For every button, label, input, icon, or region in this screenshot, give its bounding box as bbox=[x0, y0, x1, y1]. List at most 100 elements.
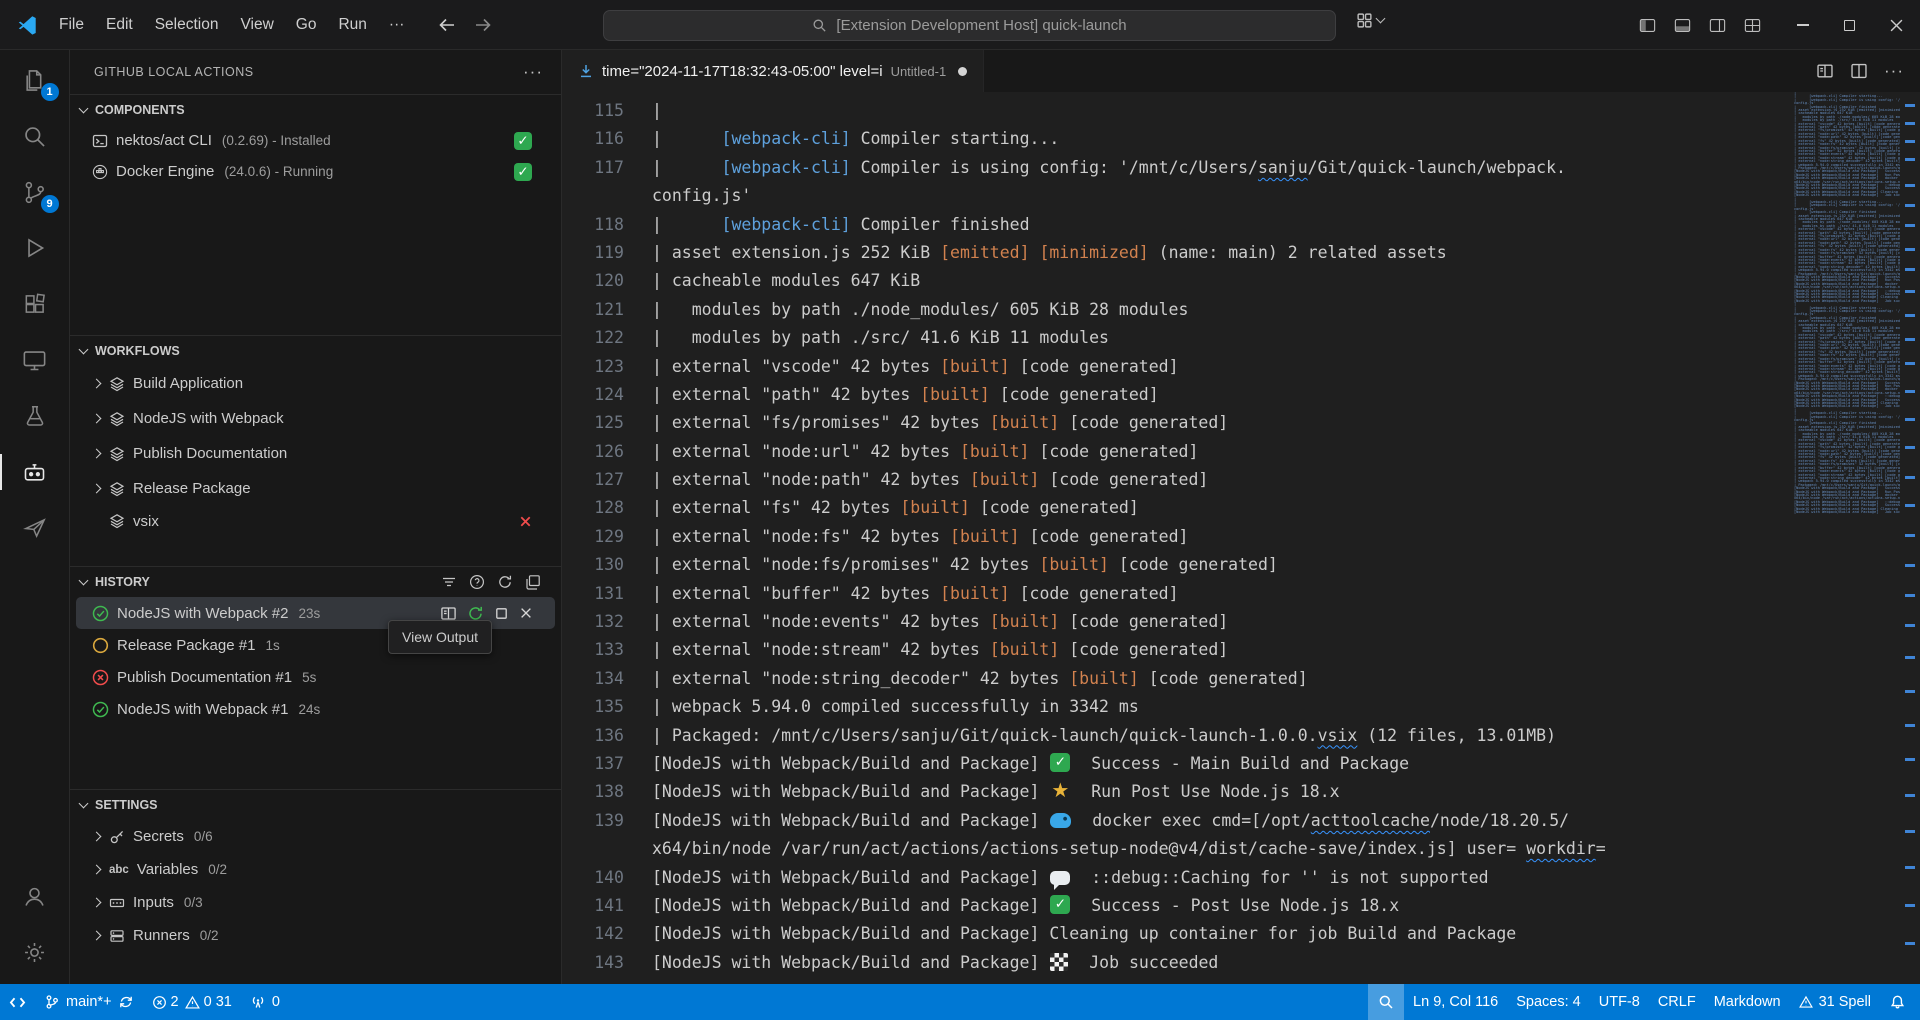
problems-status[interactable]: 2 0 31 bbox=[143, 984, 241, 1020]
component-docker-engine[interactable]: Docker Engine (24.0.6) - Running bbox=[70, 156, 561, 187]
zoom-status-button[interactable] bbox=[1368, 984, 1404, 1020]
stop-icon[interactable] bbox=[494, 606, 509, 621]
tab-untitled-1[interactable]: time="2024-11-17T18:32:43-05:00" level=i… bbox=[562, 50, 984, 92]
workflow-publish-documentation[interactable]: Publish Documentation bbox=[70, 436, 561, 471]
extensions-icon[interactable] bbox=[0, 276, 70, 332]
settings-item-variables[interactable]: abc Variables 0/2 bbox=[70, 853, 561, 886]
editor-line[interactable]: 142[NodeJS with Webpack/Build and Packag… bbox=[562, 920, 1792, 948]
editor-line[interactable]: 139[NodeJS with Webpack/Build and Packag… bbox=[562, 807, 1792, 835]
editor-line[interactable]: 136| Packaged: /mnt/c/Users/sanju/Git/qu… bbox=[562, 722, 1792, 750]
view-output-icon[interactable] bbox=[440, 605, 457, 622]
editor-line[interactable]: config.js' bbox=[562, 182, 1792, 210]
customize-layout-icon[interactable] bbox=[1743, 16, 1762, 35]
search-view-icon[interactable] bbox=[0, 108, 70, 164]
workflow-vsix[interactable]: vsix bbox=[70, 506, 561, 536]
settings-gear-icon[interactable] bbox=[0, 924, 70, 980]
editor-line[interactable]: 124| external "path" 42 bytes [built] [c… bbox=[562, 381, 1792, 409]
workflow-release-package[interactable]: Release Package bbox=[70, 471, 561, 506]
editor-line[interactable]: 140[NodeJS with Webpack/Build and Packag… bbox=[562, 864, 1792, 892]
menu-file[interactable]: File bbox=[48, 11, 95, 39]
workflow-build-application[interactable]: Build Application bbox=[70, 366, 561, 401]
history-item-publish-documentation-1[interactable]: Publish Documentation #1 5s bbox=[70, 661, 561, 693]
menu-go[interactable]: Go bbox=[285, 11, 328, 39]
forward-arrow-icon[interactable] bbox=[473, 15, 493, 35]
toggle-secondary-sidebar-icon[interactable] bbox=[1708, 16, 1727, 35]
editor-line[interactable]: 131| external "buffer" 42 bytes [built] … bbox=[562, 580, 1792, 608]
editor-line[interactable]: 123| external "vscode" 42 bytes [built] … bbox=[562, 353, 1792, 381]
collapse-all-icon[interactable] bbox=[525, 574, 541, 590]
language-mode[interactable]: Markdown bbox=[1705, 984, 1790, 1020]
menu-view[interactable]: View bbox=[229, 11, 284, 39]
notifications-bell[interactable] bbox=[1880, 984, 1920, 1020]
minimap[interactable]: || [webpack-cli] Compiler starting...| [… bbox=[1794, 92, 1900, 984]
settings-item-inputs[interactable]: Inputs 0/3 bbox=[70, 886, 561, 919]
run-debug-icon[interactable] bbox=[0, 220, 70, 276]
dismiss-icon[interactable] bbox=[519, 606, 533, 620]
remote-indicator[interactable] bbox=[0, 984, 35, 1020]
editor-line[interactable]: 122| modules by path ./src/ 41.6 KiB 11 … bbox=[562, 324, 1792, 352]
history-header[interactable]: HISTORY bbox=[70, 567, 561, 597]
eol-status[interactable]: CRLF bbox=[1649, 984, 1705, 1020]
remote-explorer-icon[interactable] bbox=[0, 332, 70, 388]
editor-line[interactable]: 132| external "node:events" 42 bytes [bu… bbox=[562, 608, 1792, 636]
editor-line[interactable]: 116| [webpack-cli] Compiler starting... bbox=[562, 125, 1792, 153]
components-header[interactable]: COMPONENTS bbox=[70, 95, 561, 125]
settings-item-runners[interactable]: Runners 0/2 bbox=[70, 919, 561, 952]
explorer-icon[interactable]: 1 bbox=[0, 52, 70, 108]
settings-header[interactable]: SETTINGS bbox=[70, 790, 561, 820]
editor-line[interactable]: 126| external "node:url" 42 bytes [built… bbox=[562, 438, 1792, 466]
workflows-header[interactable]: WORKFLOWS bbox=[70, 336, 561, 366]
editor-line[interactable]: 129| external "node:fs" 42 bytes [built]… bbox=[562, 523, 1792, 551]
editor-line[interactable]: 134| external "node:string_decoder" 42 b… bbox=[562, 665, 1792, 693]
accounts-icon[interactable] bbox=[0, 868, 70, 924]
maximize-button[interactable] bbox=[1826, 0, 1873, 50]
sidebar-more-actions[interactable]: ··· bbox=[523, 62, 543, 82]
filter-list-icon[interactable] bbox=[441, 574, 457, 590]
editor-line[interactable]: 138[NodeJS with Webpack/Build and Packag… bbox=[562, 778, 1792, 806]
minimize-button[interactable] bbox=[1779, 0, 1826, 50]
editor-line[interactable]: 127| external "node:path" 42 bytes [buil… bbox=[562, 466, 1792, 494]
close-button[interactable] bbox=[1873, 0, 1920, 50]
menu-selection[interactable]: Selection bbox=[144, 11, 230, 39]
editor-content[interactable]: 115|116| [webpack-cli] Compiler starting… bbox=[562, 92, 1920, 984]
menu-more[interactable]: ··· bbox=[378, 11, 416, 39]
indentation-status[interactable]: Spaces: 4 bbox=[1507, 984, 1590, 1020]
editor-line[interactable]: 118| [webpack-cli] Compiler finished bbox=[562, 211, 1792, 239]
toggle-primary-sidebar-icon[interactable] bbox=[1638, 16, 1657, 35]
git-branch-status[interactable]: main*+ bbox=[35, 984, 143, 1020]
help-icon[interactable] bbox=[469, 574, 485, 590]
split-editor-icon[interactable] bbox=[1850, 62, 1868, 80]
history-item-nodejs-webpack-1[interactable]: NodeJS with Webpack #1 24s bbox=[70, 693, 561, 725]
rerun-icon[interactable] bbox=[467, 605, 484, 622]
editor-line[interactable]: 128| external "fs" 42 bytes [built] [cod… bbox=[562, 494, 1792, 522]
editor-line[interactable]: 119| asset extension.js 252 KiB [emitted… bbox=[562, 239, 1792, 267]
refresh-icon[interactable] bbox=[497, 574, 513, 590]
editor-line[interactable]: 130| external "node:fs/promises" 42 byte… bbox=[562, 551, 1792, 579]
editor-line[interactable]: 137[NodeJS with Webpack/Build and Packag… bbox=[562, 750, 1792, 778]
editor-line[interactable]: 115| bbox=[562, 97, 1792, 125]
editor-line[interactable]: 135| webpack 5.94.0 compiled successfull… bbox=[562, 693, 1792, 721]
editor-line[interactable]: x64/bin/node /var/run/act/actions/action… bbox=[562, 835, 1792, 863]
editor-line[interactable]: 121| modules by path ./node_modules/ 605… bbox=[562, 296, 1792, 324]
modified-dot-icon[interactable] bbox=[958, 67, 967, 76]
editor-line[interactable]: 120| cacheable modules 647 KiB bbox=[562, 267, 1792, 295]
testing-icon[interactable] bbox=[0, 388, 70, 444]
editor-line[interactable]: 143[NodeJS with Webpack/Build and Packag… bbox=[562, 949, 1792, 977]
toggle-panel-icon[interactable] bbox=[1673, 16, 1692, 35]
editor-line[interactable]: 133| external "node:stream" 42 bytes [bu… bbox=[562, 636, 1792, 664]
publish-icon[interactable] bbox=[0, 500, 70, 556]
back-arrow-icon[interactable] bbox=[437, 15, 457, 35]
profile-layout-dropdown[interactable] bbox=[1356, 12, 1384, 29]
open-changes-icon[interactable] bbox=[1816, 62, 1834, 80]
editor-line[interactable]: 125| external "fs/promises" 42 bytes [bu… bbox=[562, 409, 1792, 437]
editor-line[interactable]: 141[NodeJS with Webpack/Build and Packag… bbox=[562, 892, 1792, 920]
command-center-search[interactable]: [Extension Development Host] quick-launc… bbox=[603, 10, 1336, 41]
menu-run[interactable]: Run bbox=[327, 11, 377, 39]
menu-edit[interactable]: Edit bbox=[95, 11, 144, 39]
overview-ruler[interactable] bbox=[1900, 92, 1920, 984]
workflow-nodejs-with-webpack[interactable]: NodeJS with Webpack bbox=[70, 401, 561, 436]
ports-status[interactable]: 0 bbox=[241, 984, 289, 1020]
source-control-icon[interactable]: 9 bbox=[0, 164, 70, 220]
editor-line[interactable]: 117| [webpack-cli] Compiler is using con… bbox=[562, 154, 1792, 182]
encoding-status[interactable]: UTF-8 bbox=[1590, 984, 1649, 1020]
